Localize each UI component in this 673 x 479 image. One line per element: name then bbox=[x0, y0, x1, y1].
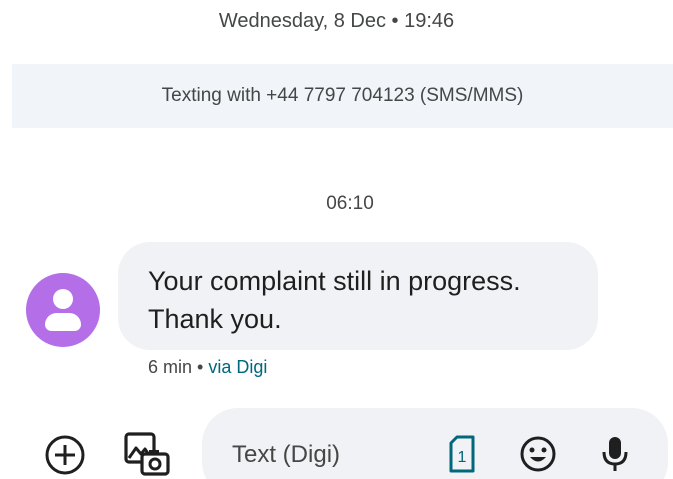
meta-separator: • bbox=[192, 357, 209, 377]
person-icon-head bbox=[53, 289, 73, 309]
message-bubble[interactable]: Your complaint still in progress. Thank … bbox=[118, 242, 598, 350]
texting-with-label: Texting with +44 7797 704123 (SMS/MMS) bbox=[161, 85, 524, 106]
texting-with-banner: Texting with +44 7797 704123 (SMS/MMS) bbox=[12, 64, 673, 128]
message-via: via Digi bbox=[208, 357, 268, 377]
message-age: 6 min bbox=[148, 357, 193, 377]
message-time: 06:10 bbox=[326, 193, 374, 214]
gallery-button[interactable] bbox=[118, 426, 174, 479]
gallery-camera-icon bbox=[124, 432, 170, 476]
sim-selector-button[interactable]: 1 bbox=[446, 434, 478, 474]
add-circle-icon bbox=[45, 435, 85, 475]
message-input[interactable] bbox=[230, 436, 424, 474]
sim-card-icon: 1 bbox=[449, 435, 475, 473]
sim-number: 1 bbox=[458, 449, 467, 466]
microphone-icon bbox=[602, 437, 628, 471]
person-icon-body bbox=[45, 313, 81, 331]
add-attachment-button[interactable] bbox=[40, 430, 90, 479]
message-text: Your complaint still in progress. Thank … bbox=[148, 266, 521, 334]
voice-input-button[interactable] bbox=[598, 434, 632, 474]
conversation-date: Wednesday, 8 Dec • 19:46 bbox=[218, 10, 455, 32]
message-compose-field[interactable]: 1 bbox=[202, 408, 668, 479]
messages-screen: Wednesday, 8 Dec • 19:46 Texting with +4… bbox=[0, 0, 673, 479]
emoji-button[interactable] bbox=[518, 434, 558, 474]
message-meta: 6 min • via Digi bbox=[148, 357, 267, 378]
emoji-icon bbox=[520, 436, 556, 472]
avatar[interactable] bbox=[26, 273, 100, 347]
compose-bar: 1 bbox=[0, 408, 673, 479]
